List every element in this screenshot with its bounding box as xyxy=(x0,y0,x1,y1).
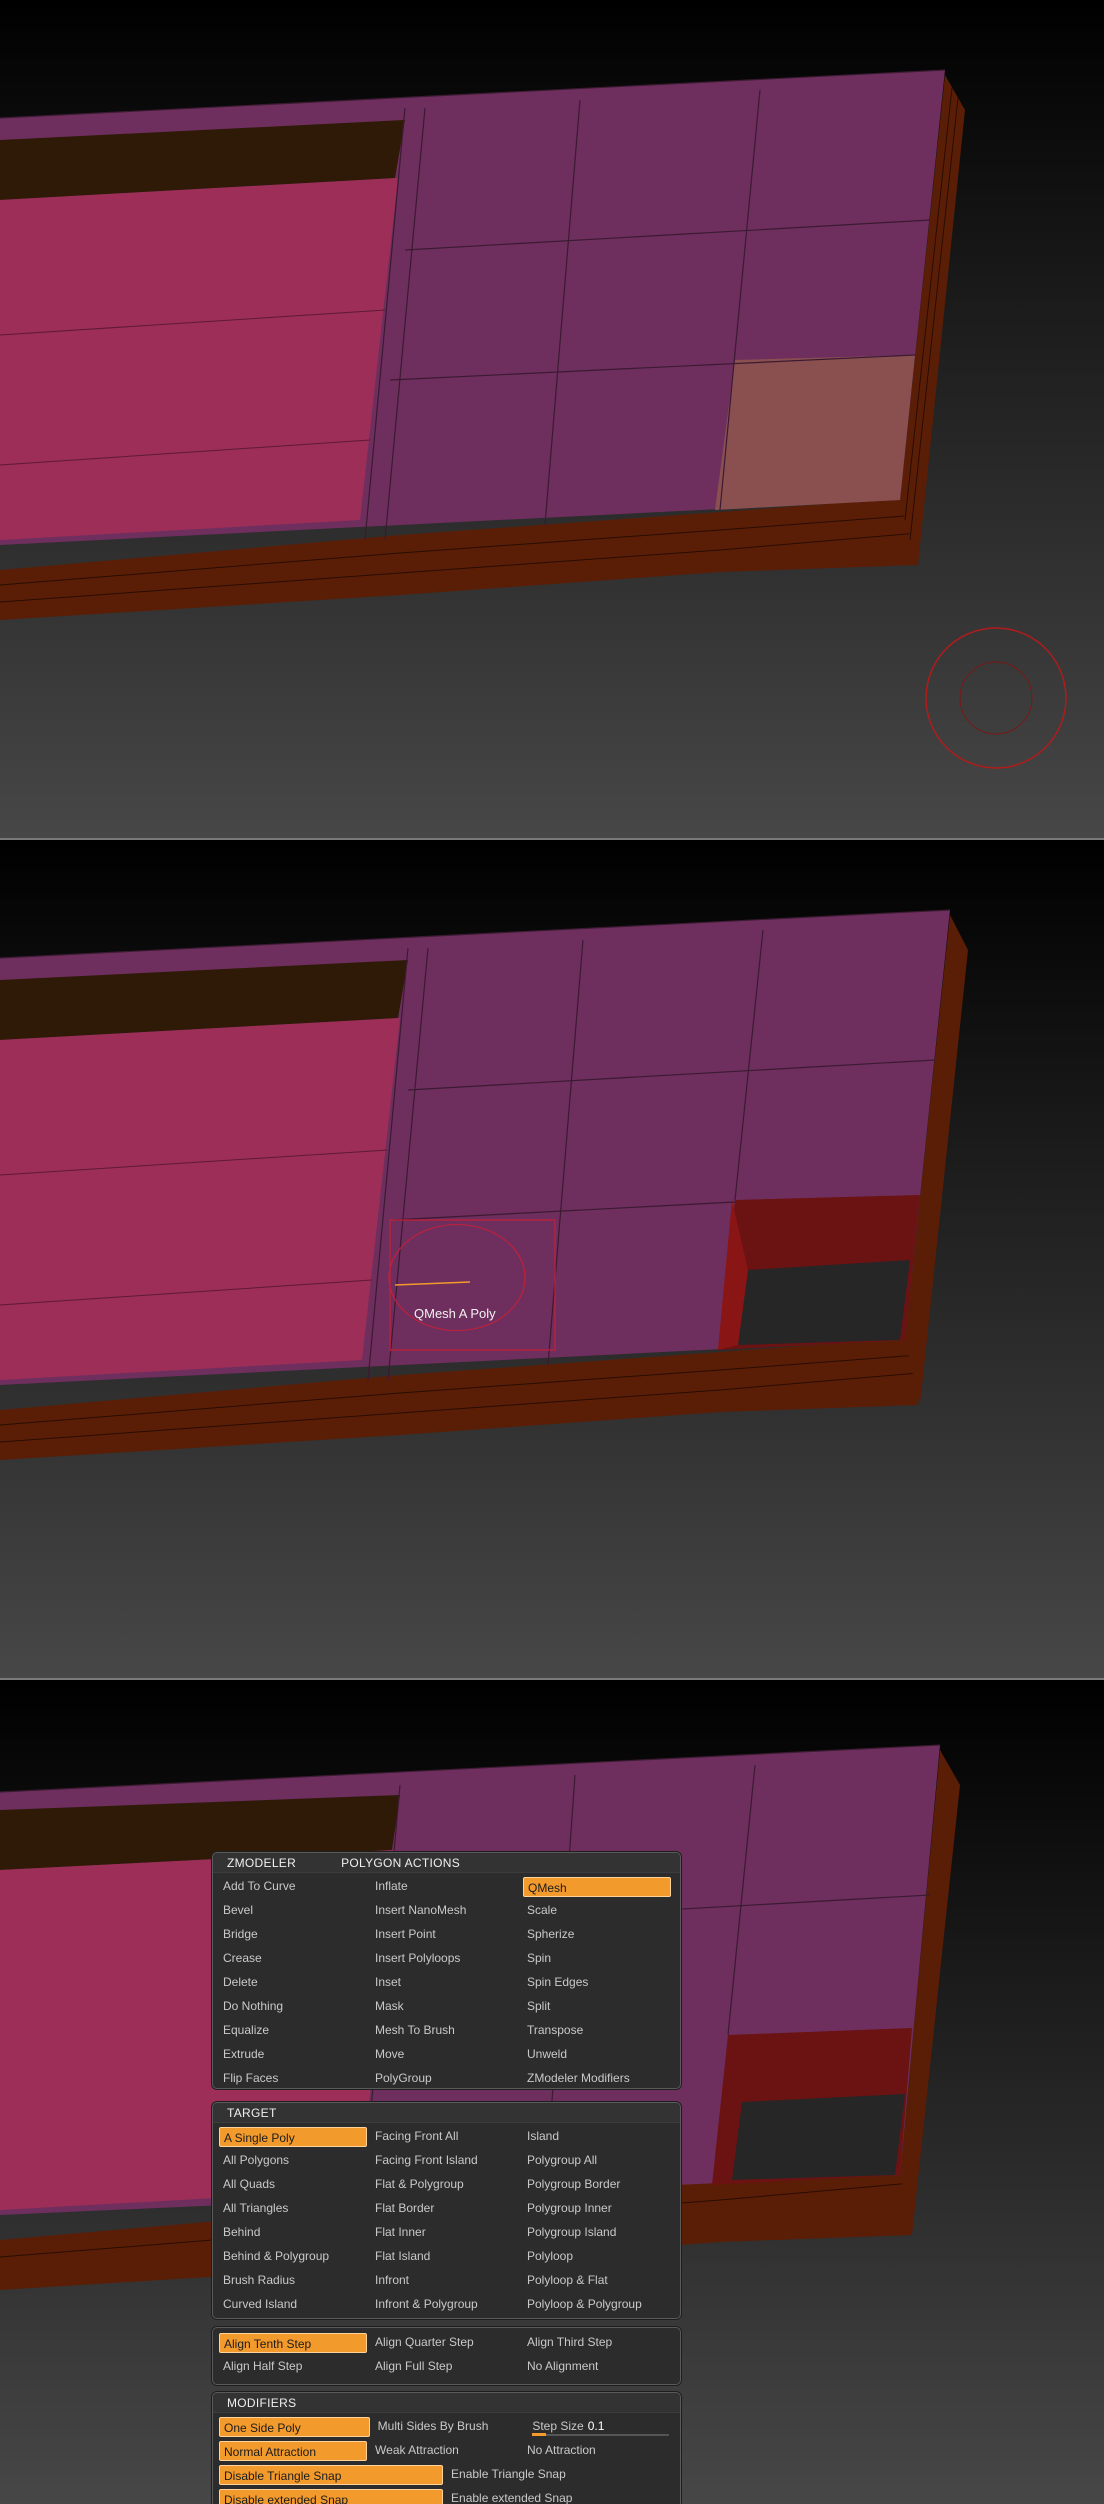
all-polygons-option[interactable]: All Polygons xyxy=(219,2149,367,2173)
mask-option[interactable]: Mask xyxy=(371,1995,519,2019)
all-triangles-option[interactable]: All Triangles xyxy=(219,2197,367,2221)
brush-radius-option[interactable]: Brush Radius xyxy=(219,2269,367,2293)
zmodeler-label: ZMODELER xyxy=(227,1855,297,1870)
flat-island-option[interactable]: Flat Island xyxy=(371,2245,519,2269)
move-option[interactable]: Move xyxy=(371,2043,519,2067)
behind-option[interactable]: Behind xyxy=(219,2221,367,2245)
no-attraction-button[interactable]: No Attraction xyxy=(523,2439,671,2463)
equalize-option[interactable]: Equalize xyxy=(219,2019,367,2043)
polyloop-and-flat-option[interactable]: Polyloop & Flat xyxy=(523,2269,671,2293)
step-size-value: 0.1 xyxy=(587,2419,605,2433)
viewport-panel-1[interactable] xyxy=(0,0,1104,838)
modifiers-menu: MODIFIERS One Side Poly Multi Sides By B… xyxy=(212,2392,681,2504)
modifiers-body: One Side Poly Multi Sides By Brush Step … xyxy=(213,2413,680,2504)
target-header: TARGET xyxy=(213,2103,680,2123)
inflate-option[interactable]: Inflate xyxy=(371,1875,519,1899)
do-nothing-option[interactable]: Do Nothing xyxy=(219,1995,367,2019)
scale-option[interactable]: Scale xyxy=(523,1899,671,1923)
viewport-panel-3[interactable]: ZMODELER POLYGON ACTIONS Add To Curve Inf… xyxy=(0,1680,1104,2504)
disable-triangle-snap-button[interactable]: Disable Triangle Snap xyxy=(219,2465,444,2485)
no-alignment-option[interactable]: No Alignment xyxy=(523,2355,671,2379)
polygon-actions-menu: ZMODELER POLYGON ACTIONS Add To Curve Inf… xyxy=(212,1852,681,2089)
align-grid: Align Tenth Step Align Quarter Step Align … xyxy=(213,2328,680,2382)
polygroup-option[interactable]: PolyGroup xyxy=(371,2067,519,2091)
align-full-step-option[interactable]: Align Full Step xyxy=(371,2355,519,2379)
bridge-option[interactable]: Bridge xyxy=(219,1923,367,1947)
facing-front-all-option[interactable]: Facing Front All xyxy=(371,2125,519,2149)
spherize-option[interactable]: Spherize xyxy=(523,1923,671,1947)
infront-option[interactable]: Infront xyxy=(371,2269,519,2293)
transpose-option[interactable]: Transpose xyxy=(523,2019,671,2043)
disable-extended-snap-button[interactable]: Disable extended Snap xyxy=(219,2489,444,2504)
target-menu: TARGET A Single Poly Facing Front All Isla… xyxy=(212,2102,681,2319)
viewport-panel-2[interactable]: QMesh A Poly xyxy=(0,840,1104,1678)
target-label: TARGET xyxy=(227,2105,277,2120)
modifiers-label: MODIFIERS xyxy=(227,2395,297,2410)
enable-triangle-snap-button[interactable]: Enable Triangle Snap xyxy=(447,2463,671,2487)
step-size-label: Step Size xyxy=(532,2419,584,2433)
slider-fill xyxy=(532,2433,547,2436)
polygroup-island-option[interactable]: Polygroup Island xyxy=(523,2221,671,2245)
modifiers-header: MODIFIERS xyxy=(213,2393,680,2413)
align-quarter-step-option[interactable]: Align Quarter Step xyxy=(371,2331,519,2355)
spin-option[interactable]: Spin xyxy=(523,1947,671,1971)
polygroup-all-option[interactable]: Polygroup All xyxy=(523,2149,671,2173)
behind-and-polygroup-option[interactable]: Behind & Polygroup xyxy=(219,2245,367,2269)
enable-extended-snap-button[interactable]: Enable extended Snap xyxy=(447,2487,671,2504)
infront-and-polygroup-option[interactable]: Infront & Polygroup xyxy=(371,2293,519,2317)
polyloop-option[interactable]: Polyloop xyxy=(523,2245,671,2269)
menu-header: ZMODELER POLYGON ACTIONS xyxy=(213,1853,680,1873)
extrude-option[interactable]: Extrude xyxy=(219,2043,367,2067)
mesh-scene-2 xyxy=(0,840,1104,1678)
insert-nanomesh-option[interactable]: Insert NanoMesh xyxy=(371,1899,519,1923)
bevel-option[interactable]: Bevel xyxy=(219,1899,367,1923)
actions-grid: Add To Curve Inflate QMesh Bevel Insert Nano… xyxy=(213,1873,680,2094)
align-half-step-option[interactable]: Align Half Step xyxy=(219,2355,367,2379)
insert-polyloops-option[interactable]: Insert Polyloops xyxy=(371,1947,519,1971)
insert-point-option[interactable]: Insert Point xyxy=(371,1923,519,1947)
flat-and-polygroup-option[interactable]: Flat & Polygroup xyxy=(371,2173,519,2197)
align-menu: Align Tenth Step Align Quarter Step Align … xyxy=(212,2327,681,2385)
align-tenth-step-option[interactable]: Align Tenth Step xyxy=(219,2333,367,2353)
polygroup-inner-option[interactable]: Polygroup Inner xyxy=(523,2197,671,2221)
weak-attraction-button[interactable]: Weak Attraction xyxy=(371,2439,519,2463)
zmodeler-modifiers-option[interactable]: ZModeler Modifiers xyxy=(523,2067,671,2091)
flip-faces-option[interactable]: Flip Faces xyxy=(219,2067,367,2091)
split-option[interactable]: Split xyxy=(523,1995,671,2019)
one-side-poly-button[interactable]: One Side Poly xyxy=(219,2417,370,2437)
qmesh-option[interactable]: QMesh xyxy=(523,1877,671,1897)
delete-option[interactable]: Delete xyxy=(219,1971,367,1995)
normal-attraction-button[interactable]: Normal Attraction xyxy=(219,2441,368,2461)
step-size-slider[interactable]: Step Size 0.1 xyxy=(528,2416,675,2438)
target-grid: A Single Poly Facing Front All Island All P… xyxy=(213,2123,680,2320)
all-quads-option[interactable]: All Quads xyxy=(219,2173,367,2197)
a-single-poly-option[interactable]: A Single Poly xyxy=(219,2127,367,2147)
curved-island-option[interactable]: Curved Island xyxy=(219,2293,367,2317)
polygroup-border-option[interactable]: Polygroup Border xyxy=(523,2173,671,2197)
multi-sides-button[interactable]: Multi Sides By Brush xyxy=(374,2415,525,2439)
inset-option[interactable]: Inset xyxy=(371,1971,519,1995)
island-option[interactable]: Island xyxy=(523,2125,671,2149)
align-third-step-option[interactable]: Align Third Step xyxy=(523,2331,671,2355)
slider-track xyxy=(532,2434,669,2436)
mesh-to-brush-option[interactable]: Mesh To Brush xyxy=(371,2019,519,2043)
facing-front-island-option[interactable]: Facing Front Island xyxy=(371,2149,519,2173)
flat-inner-option[interactable]: Flat Inner xyxy=(371,2221,519,2245)
mesh-scene-1 xyxy=(0,0,1104,838)
spin-edges-option[interactable]: Spin Edges xyxy=(523,1971,671,1995)
flat-border-option[interactable]: Flat Border xyxy=(371,2197,519,2221)
crease-option[interactable]: Crease xyxy=(219,1947,367,1971)
add-to-curve-option[interactable]: Add To Curve xyxy=(219,1875,367,1899)
tooltip-label: QMesh A Poly xyxy=(414,1306,496,1321)
polyloop-and-polygroup-option[interactable]: Polyloop & Polygroup xyxy=(523,2293,671,2317)
polygon-actions-label: POLYGON ACTIONS xyxy=(341,1855,461,1870)
unweld-option[interactable]: Unweld xyxy=(523,2043,671,2067)
